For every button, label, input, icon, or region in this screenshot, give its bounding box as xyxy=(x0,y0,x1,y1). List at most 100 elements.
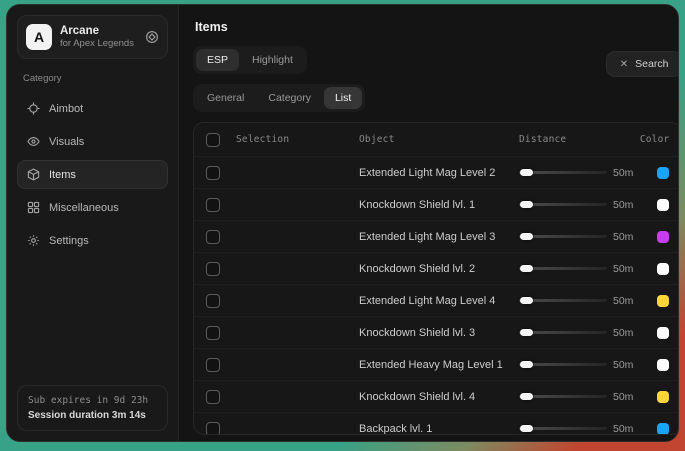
sidebar-nav: Aimbot Visuals Items Miscellaneous Setti… xyxy=(17,94,168,255)
color-swatch[interactable] xyxy=(657,423,669,435)
sidebar-item-label: Aimbot xyxy=(49,103,83,115)
x-search-icon: ✕ xyxy=(620,59,628,70)
tab-esp[interactable]: ESP xyxy=(196,49,239,71)
object-name: Knockdown Shield lvl. 1 xyxy=(359,199,519,211)
color-swatch[interactable] xyxy=(657,391,669,403)
table-row: Extended Light Mag Level 4 50m xyxy=(194,285,679,317)
gear-icon xyxy=(27,234,40,247)
color-swatch[interactable] xyxy=(657,295,669,307)
color-swatch[interactable] xyxy=(657,359,669,371)
slider-thumb[interactable] xyxy=(520,201,533,208)
slider-thumb[interactable] xyxy=(520,297,533,304)
column-header-color: Color xyxy=(633,134,669,145)
target-icon[interactable] xyxy=(145,30,159,44)
category-label: Category xyxy=(23,73,168,84)
sidebar-item-label: Items xyxy=(49,169,76,181)
row-checkbox[interactable] xyxy=(206,294,220,308)
column-header-object: Object xyxy=(359,134,519,145)
session-duration-text: Session duration 3m 14s xyxy=(28,410,157,421)
distance-slider[interactable] xyxy=(519,427,607,430)
distance-value: 50m xyxy=(607,263,633,275)
color-swatch[interactable] xyxy=(657,199,669,211)
object-name: Backpack lvl. 1 xyxy=(359,423,519,435)
slider-thumb[interactable] xyxy=(520,265,533,272)
slider-thumb[interactable] xyxy=(520,361,533,368)
slider-thumb[interactable] xyxy=(520,233,533,240)
search-button[interactable]: ✕ Search xyxy=(606,51,679,77)
sidebar-item-items[interactable]: Items xyxy=(17,160,168,189)
distance-value: 50m xyxy=(607,295,633,307)
row-checkbox[interactable] xyxy=(206,390,220,404)
brand-card[interactable]: A Arcane for Apex Legends xyxy=(17,15,168,59)
distance-value: 50m xyxy=(607,231,633,243)
row-checkbox[interactable] xyxy=(206,358,220,372)
main-panel: Items ESPHighlight GeneralCategoryList ✕… xyxy=(179,5,679,441)
row-checkbox[interactable] xyxy=(206,262,220,276)
table-header-row: Selection Object Distance Color xyxy=(194,123,679,157)
crosshair-icon xyxy=(27,102,40,115)
slider-thumb[interactable] xyxy=(520,169,533,176)
row-checkbox[interactable] xyxy=(206,230,220,244)
eye-icon xyxy=(27,135,40,148)
select-all-checkbox[interactable] xyxy=(206,133,220,147)
row-checkbox[interactable] xyxy=(206,166,220,180)
distance-slider[interactable] xyxy=(519,363,607,366)
column-header-distance: Distance xyxy=(519,134,633,145)
table-row: Extended Light Mag Level 2 50m xyxy=(194,157,679,189)
object-name: Extended Light Mag Level 3 xyxy=(359,231,519,243)
sidebar-item-label: Miscellaneous xyxy=(49,202,119,214)
column-header-selection: Selection xyxy=(236,134,359,145)
object-name: Extended Light Mag Level 2 xyxy=(359,167,519,179)
distance-slider[interactable] xyxy=(519,171,607,174)
color-swatch[interactable] xyxy=(657,167,669,179)
slider-thumb[interactable] xyxy=(520,425,533,432)
sidebar-item-settings[interactable]: Settings xyxy=(17,226,168,255)
sidebar-item-miscellaneous[interactable]: Miscellaneous xyxy=(17,193,168,222)
tab-general[interactable]: General xyxy=(196,87,255,109)
distance-slider[interactable] xyxy=(519,203,607,206)
package-icon xyxy=(27,168,40,181)
slider-thumb[interactable] xyxy=(520,329,533,336)
sidebar-item-aimbot[interactable]: Aimbot xyxy=(17,94,168,123)
tab-category[interactable]: Category xyxy=(257,87,322,109)
tab-list[interactable]: List xyxy=(324,87,362,109)
tab-highlight[interactable]: Highlight xyxy=(241,49,304,71)
cheat-menu-window: A Arcane for Apex Legends Category Aimbo… xyxy=(6,4,679,442)
color-swatch[interactable] xyxy=(657,231,669,243)
distance-slider[interactable] xyxy=(519,267,607,270)
table-row: Extended Heavy Mag Level 1 50m xyxy=(194,349,679,381)
distance-value: 50m xyxy=(607,167,633,179)
app-logo: A xyxy=(26,24,52,50)
distance-slider[interactable] xyxy=(519,395,607,398)
table-row: Knockdown Shield lvl. 2 50m xyxy=(194,253,679,285)
sidebar-item-label: Visuals xyxy=(49,136,84,148)
distance-slider[interactable] xyxy=(519,235,607,238)
color-swatch[interactable] xyxy=(657,327,669,339)
slider-thumb[interactable] xyxy=(520,393,533,400)
row-checkbox[interactable] xyxy=(206,326,220,340)
mode-tab-group: ESPHighlight xyxy=(193,46,307,74)
color-swatch[interactable] xyxy=(657,263,669,275)
sidebar-item-label: Settings xyxy=(49,235,89,247)
items-table: Selection Object Distance Color Extended… xyxy=(193,122,679,435)
distance-slider[interactable] xyxy=(519,299,607,302)
view-tab-group: GeneralCategoryList xyxy=(193,84,365,112)
sub-expiry-text: Sub expires in 9d 23h xyxy=(28,395,157,406)
app-subtitle: for Apex Legends xyxy=(60,38,137,50)
distance-value: 50m xyxy=(607,327,633,339)
distance-value: 50m xyxy=(607,359,633,371)
distance-value: 50m xyxy=(607,199,633,211)
table-row: Extended Light Mag Level 3 50m xyxy=(194,221,679,253)
distance-slider[interactable] xyxy=(519,331,607,334)
table-row: Knockdown Shield lvl. 4 50m xyxy=(194,381,679,413)
object-name: Knockdown Shield lvl. 3 xyxy=(359,327,519,339)
object-name: Extended Light Mag Level 4 xyxy=(359,295,519,307)
search-button-label: Search xyxy=(635,58,668,70)
sidebar-item-visuals[interactable]: Visuals xyxy=(17,127,168,156)
app-name: Arcane xyxy=(60,24,137,38)
sidebar: A Arcane for Apex Legends Category Aimbo… xyxy=(7,5,179,441)
row-checkbox[interactable] xyxy=(206,422,220,436)
row-checkbox[interactable] xyxy=(206,198,220,212)
subscription-info-card: Sub expires in 9d 23h Session duration 3… xyxy=(17,385,168,431)
table-body: Extended Light Mag Level 2 50m Knockdown… xyxy=(194,157,679,435)
